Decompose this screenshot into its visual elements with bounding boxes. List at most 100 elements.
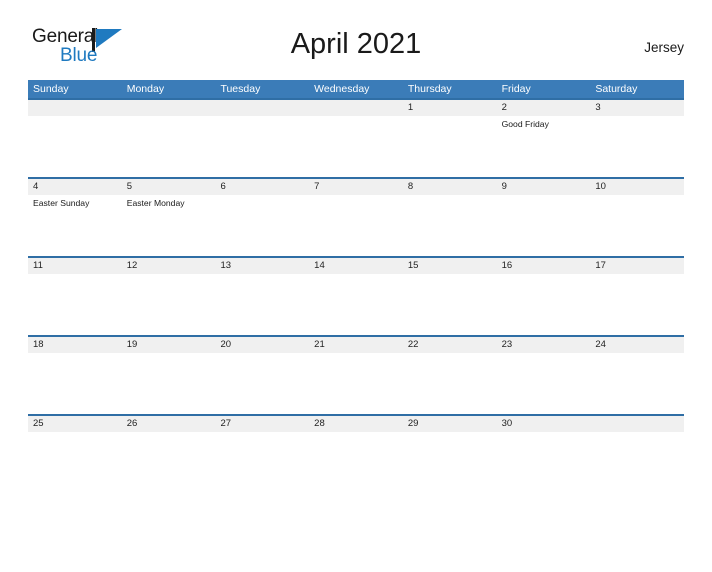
week-row: 4 5 6 7 8 9 10 Easter Sunday Easter Mond… bbox=[28, 177, 684, 256]
day-cell[interactable] bbox=[590, 432, 684, 493]
day-number[interactable]: 23 bbox=[497, 337, 591, 353]
day-cell[interactable] bbox=[215, 274, 309, 335]
day-cell[interactable] bbox=[122, 116, 216, 177]
day-cell[interactable] bbox=[28, 353, 122, 414]
weekday-header-row: Sunday Monday Tuesday Wednesday Thursday… bbox=[28, 80, 684, 98]
week-daynumber-band: 4 5 6 7 8 9 10 bbox=[28, 179, 684, 195]
region-label: Jersey bbox=[644, 40, 684, 55]
week-event-band bbox=[28, 274, 684, 335]
day-cell[interactable] bbox=[28, 116, 122, 177]
day-cell[interactable]: Good Friday bbox=[497, 116, 591, 177]
day-number[interactable]: 27 bbox=[215, 416, 309, 432]
day-number[interactable]: 10 bbox=[590, 179, 684, 195]
day-cell[interactable] bbox=[309, 195, 403, 256]
day-cell[interactable] bbox=[403, 432, 497, 493]
week-event-band bbox=[28, 353, 684, 414]
day-number[interactable]: 4 bbox=[28, 179, 122, 195]
day-number[interactable]: 16 bbox=[497, 258, 591, 274]
day-cell[interactable] bbox=[309, 116, 403, 177]
day-number[interactable]: 29 bbox=[403, 416, 497, 432]
day-cell[interactable] bbox=[497, 432, 591, 493]
week-daynumber-band: 25 26 27 28 29 30 bbox=[28, 416, 684, 432]
day-number[interactable]: 22 bbox=[403, 337, 497, 353]
day-event-label: Good Friday bbox=[501, 119, 549, 129]
day-number[interactable]: 28 bbox=[309, 416, 403, 432]
week-row: 25 26 27 28 29 30 bbox=[28, 414, 684, 493]
day-cell[interactable] bbox=[215, 195, 309, 256]
day-cell[interactable] bbox=[309, 353, 403, 414]
day-cell[interactable] bbox=[122, 353, 216, 414]
week-event-band: Easter Sunday Easter Monday bbox=[28, 195, 684, 256]
day-number[interactable] bbox=[590, 416, 684, 432]
week-event-band: Good Friday bbox=[28, 116, 684, 177]
day-cell[interactable] bbox=[215, 353, 309, 414]
week-event-band bbox=[28, 432, 684, 493]
day-number[interactable] bbox=[215, 100, 309, 116]
week-daynumber-band: 18 19 20 21 22 23 24 bbox=[28, 337, 684, 353]
day-cell[interactable] bbox=[403, 195, 497, 256]
day-number[interactable]: 1 bbox=[403, 100, 497, 116]
day-number[interactable]: 5 bbox=[122, 179, 216, 195]
day-number[interactable]: 30 bbox=[497, 416, 591, 432]
day-cell[interactable] bbox=[403, 274, 497, 335]
week-row: 18 19 20 21 22 23 24 bbox=[28, 335, 684, 414]
day-cell[interactable] bbox=[497, 353, 591, 414]
day-cell[interactable] bbox=[309, 432, 403, 493]
weekday-saturday: Saturday bbox=[595, 83, 638, 95]
day-number[interactable]: 26 bbox=[122, 416, 216, 432]
day-number[interactable]: 7 bbox=[309, 179, 403, 195]
day-number[interactable]: 13 bbox=[215, 258, 309, 274]
day-cell[interactable] bbox=[309, 274, 403, 335]
day-cell[interactable] bbox=[122, 432, 216, 493]
day-event-label: Easter Monday bbox=[126, 198, 185, 208]
day-number[interactable]: 17 bbox=[590, 258, 684, 274]
day-number[interactable] bbox=[309, 100, 403, 116]
week-row: 11 12 13 14 15 16 17 bbox=[28, 256, 684, 335]
day-cell[interactable] bbox=[590, 274, 684, 335]
day-event-label: Easter Sunday bbox=[33, 198, 90, 208]
day-number[interactable]: 12 bbox=[122, 258, 216, 274]
page-header: General Blue April 2021 Jersey bbox=[28, 22, 684, 80]
day-number[interactable]: 14 bbox=[309, 258, 403, 274]
week-daynumber-band: 11 12 13 14 15 16 17 bbox=[28, 258, 684, 274]
day-cell[interactable] bbox=[590, 195, 684, 256]
weekday-thursday: Thursday bbox=[407, 83, 452, 95]
day-number[interactable] bbox=[122, 100, 216, 116]
day-number[interactable]: 25 bbox=[28, 416, 122, 432]
weekday-friday: Friday bbox=[501, 83, 531, 95]
calendar-page: General Blue April 2021 Jersey Sunday Mo… bbox=[0, 22, 712, 572]
day-cell[interactable] bbox=[590, 353, 684, 414]
day-cell[interactable] bbox=[28, 432, 122, 493]
day-number[interactable]: 6 bbox=[215, 179, 309, 195]
weekday-monday: Monday bbox=[126, 83, 165, 95]
day-number[interactable]: 11 bbox=[28, 258, 122, 274]
day-cell[interactable] bbox=[590, 116, 684, 177]
day-number[interactable]: 21 bbox=[309, 337, 403, 353]
day-number[interactable]: 8 bbox=[403, 179, 497, 195]
day-cell[interactable]: Easter Sunday bbox=[28, 195, 122, 256]
day-cell[interactable] bbox=[28, 274, 122, 335]
day-number[interactable]: 2 bbox=[497, 100, 591, 116]
day-cell[interactable] bbox=[497, 274, 591, 335]
day-cell[interactable] bbox=[122, 274, 216, 335]
day-number[interactable]: 24 bbox=[590, 337, 684, 353]
weekday-wednesday: Wednesday bbox=[314, 83, 370, 95]
day-cell[interactable] bbox=[215, 116, 309, 177]
day-number[interactable]: 9 bbox=[497, 179, 591, 195]
day-cell[interactable] bbox=[403, 116, 497, 177]
day-number[interactable]: 15 bbox=[403, 258, 497, 274]
day-number[interactable] bbox=[28, 100, 122, 116]
weekday-sunday: Sunday bbox=[33, 83, 69, 95]
day-number[interactable]: 3 bbox=[590, 100, 684, 116]
day-number[interactable]: 18 bbox=[28, 337, 122, 353]
week-row: 1 2 3 Good Friday bbox=[28, 98, 684, 177]
day-cell[interactable] bbox=[497, 195, 591, 256]
day-cell[interactable] bbox=[403, 353, 497, 414]
day-cell[interactable]: Easter Monday bbox=[122, 195, 216, 256]
day-cell[interactable] bbox=[215, 432, 309, 493]
weekday-tuesday: Tuesday bbox=[220, 83, 261, 95]
month-calendar: Sunday Monday Tuesday Wednesday Thursday… bbox=[28, 80, 684, 493]
week-daynumber-band: 1 2 3 bbox=[28, 100, 684, 116]
day-number[interactable]: 20 bbox=[215, 337, 309, 353]
day-number[interactable]: 19 bbox=[122, 337, 216, 353]
